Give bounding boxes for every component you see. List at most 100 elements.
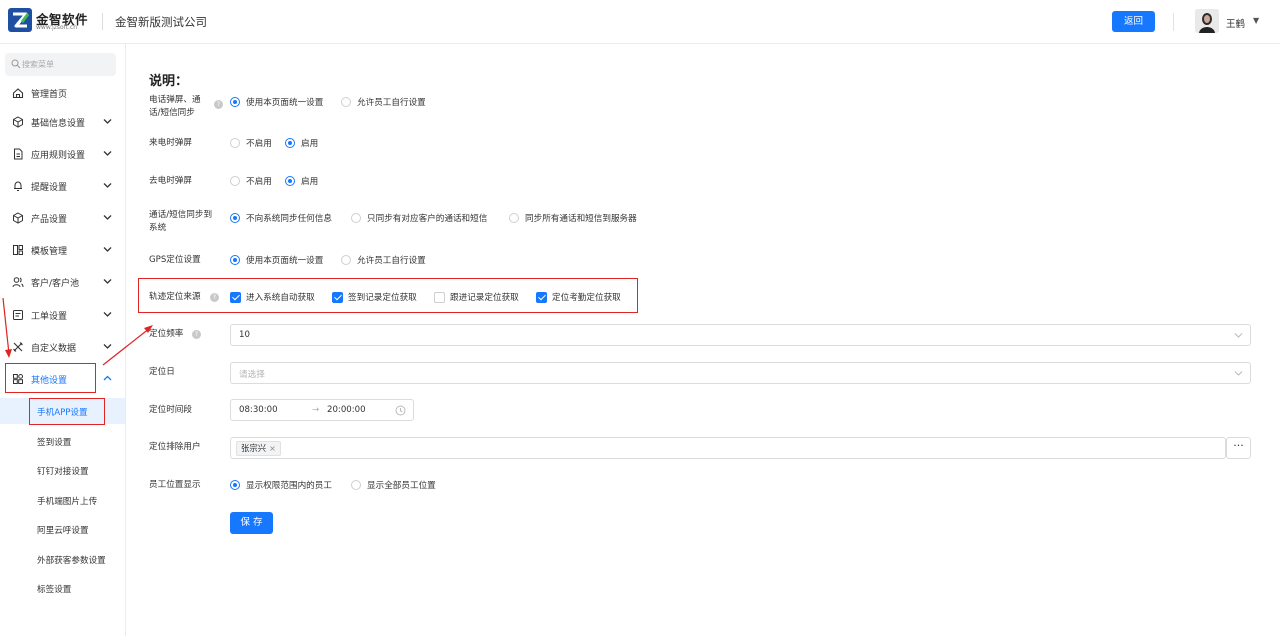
- call-sync-customer-label: 只同步有对应客户的通话和短信: [367, 214, 488, 224]
- help-icon[interactable]: ?: [192, 330, 201, 339]
- sidebar-item-label: 工单设置: [31, 312, 68, 322]
- highlight-box-other-settings: [5, 363, 96, 393]
- staff-scope-radio[interactable]: [230, 480, 240, 490]
- time-period-end[interactable]: 20:00:00: [327, 405, 366, 415]
- sidebar-subitem-label: 钉钉对接设置: [37, 467, 89, 477]
- sidebar-item-app-rules[interactable]: 应用规则设置: [0, 141, 125, 167]
- menu-search-input[interactable]: 搜索菜单: [5, 53, 116, 76]
- logo-mark-icon: [8, 8, 32, 32]
- avatar-image: [1195, 9, 1219, 33]
- customer-icon: [12, 277, 24, 288]
- staff-all-radio[interactable]: [351, 480, 361, 490]
- call-sync-none-label: 不向系统同步任何信息: [246, 214, 332, 224]
- sidebar-item-reminder[interactable]: 提醒设置: [0, 173, 125, 199]
- chevron-down-icon: [103, 151, 112, 156]
- user-tag: 张宗兴 ×: [236, 441, 281, 456]
- call-sync-none-radio[interactable]: [230, 213, 240, 223]
- sidebar-item-label: 客户/客户池: [31, 279, 80, 289]
- frequency-select[interactable]: 10: [230, 324, 1251, 346]
- logo-url: www.jzsoft.cn: [36, 24, 78, 31]
- user-tag-label: 张宗兴: [241, 443, 267, 453]
- chevron-down-icon: [1234, 333, 1243, 338]
- cube-icon: [13, 116, 23, 128]
- search-icon: [11, 59, 21, 69]
- logo[interactable]: 金智软件 www.jzsoft.cn: [8, 7, 94, 35]
- gps-self-radio[interactable]: [341, 255, 351, 265]
- gps-unified-label: 使用本页面统一设置: [246, 256, 324, 266]
- sync-option-self-label: 允许员工自行设置: [357, 98, 426, 108]
- gps-unified-radio[interactable]: [230, 255, 240, 265]
- time-period-start[interactable]: 08:30:00: [239, 405, 278, 415]
- more-button[interactable]: ···: [1226, 437, 1251, 459]
- gps-setting-label: GPS定位设置: [149, 255, 201, 265]
- sidebar-subitem-external[interactable]: 外部获客参数设置: [0, 546, 125, 572]
- outgoing-on-label: 启用: [301, 177, 319, 187]
- sidebar-item-product[interactable]: 产品设置: [0, 205, 125, 231]
- page-title: 说明：: [149, 74, 189, 89]
- location-day-select[interactable]: 请选择: [230, 362, 1251, 384]
- outgoing-on-radio[interactable]: [285, 176, 295, 186]
- outgoing-off-radio[interactable]: [230, 176, 240, 186]
- outgoing-popup-label: 去电时弹屏: [149, 176, 192, 186]
- bell-icon: [14, 181, 22, 191]
- sidebar-item-custom-data[interactable]: 自定义数据: [0, 334, 125, 360]
- sidebar-subitem-label: 外部获客参数设置: [37, 556, 106, 566]
- sidebar-item-home[interactable]: 管理首页: [0, 80, 125, 106]
- time-period-label: 定位时间段: [149, 405, 192, 415]
- caret-down-icon[interactable]: ▼: [1253, 16, 1259, 25]
- range-arrow-icon: →: [312, 405, 320, 415]
- incoming-off-radio[interactable]: [230, 138, 240, 148]
- sidebar-item-label: 自定义数据: [31, 344, 77, 354]
- user-name[interactable]: 王鹤: [1226, 16, 1245, 30]
- help-icon[interactable]: ?: [214, 100, 223, 109]
- call-sync-all-radio[interactable]: [509, 213, 519, 223]
- chevron-down-icon: [103, 183, 112, 188]
- staff-position-label: 员工位置显示: [149, 480, 201, 490]
- sync-setting-label: 电话弹屏、通 话/短信同步: [149, 94, 201, 120]
- sidebar-item-label: 产品设置: [31, 215, 68, 225]
- staff-scope-label: 显示权限范围内的员工: [246, 481, 332, 491]
- sidebar-subitem-label: 手机端图片上传: [37, 497, 98, 507]
- sidebar-item-label: 应用规则设置: [31, 151, 86, 161]
- frequency-value: 10: [239, 330, 250, 340]
- sidebar-subitem-aliyun[interactable]: 阿里云呼设置: [0, 516, 125, 542]
- chevron-down-icon: [103, 312, 112, 317]
- incoming-on-label: 启用: [301, 139, 319, 149]
- sync-label-line-1: 电话弹屏、通: [149, 95, 201, 105]
- chevron-down-icon: [103, 247, 112, 252]
- close-icon[interactable]: ×: [269, 444, 276, 453]
- home-icon: [12, 88, 24, 99]
- sidebar-subitem-label: 标签设置: [37, 585, 72, 595]
- incoming-on-radio[interactable]: [285, 138, 295, 148]
- location-day-placeholder: 请选择: [239, 370, 265, 380]
- location-day-label: 定位日: [149, 367, 175, 377]
- avatar[interactable]: [1195, 9, 1219, 33]
- sidebar-item-template[interactable]: 模板管理: [0, 237, 125, 263]
- sidebar-subitem-tags[interactable]: 标签设置: [0, 575, 125, 601]
- call-sync-customer-radio[interactable]: [351, 213, 361, 223]
- header-divider: [102, 13, 103, 30]
- header-divider: [1173, 13, 1174, 31]
- sidebar-subitem-dingtalk[interactable]: 钉钉对接设置: [0, 457, 125, 483]
- document-icon: [14, 148, 23, 160]
- save-button[interactable]: 保 存: [230, 512, 273, 534]
- sidebar-item-ticket[interactable]: 工单设置: [0, 302, 125, 328]
- sync-option-self-radio[interactable]: [341, 97, 351, 107]
- staff-all-label: 显示全部员工位置: [367, 481, 436, 491]
- exclude-users-label: 定位排除用户: [149, 442, 201, 452]
- sidebar-item-label: 基础信息设置: [31, 119, 86, 129]
- back-button[interactable]: 返回: [1112, 11, 1155, 32]
- chevron-down-icon: [103, 119, 112, 124]
- box-icon: [13, 212, 23, 224]
- sidebar-item-customer[interactable]: 客户/客户池: [0, 269, 125, 295]
- time-period-range[interactable]: 08:30:00 → 20:00:00: [230, 399, 414, 421]
- sidebar-subitem-checkin[interactable]: 签到设置: [0, 428, 125, 454]
- highlight-box-mobile-app: [29, 398, 105, 425]
- sidebar-subitem-mobile-image[interactable]: 手机端图片上传: [0, 487, 125, 513]
- ticket-icon: [13, 310, 23, 320]
- chevron-down-icon: [103, 279, 112, 284]
- sync-option-unified-radio[interactable]: [230, 97, 240, 107]
- sidebar-item-basic-info[interactable]: 基础信息设置: [0, 109, 125, 135]
- sidebar-subitem-label: 阿里云呼设置: [37, 526, 89, 536]
- exclude-users-input[interactable]: 张宗兴 ×: [230, 437, 1226, 459]
